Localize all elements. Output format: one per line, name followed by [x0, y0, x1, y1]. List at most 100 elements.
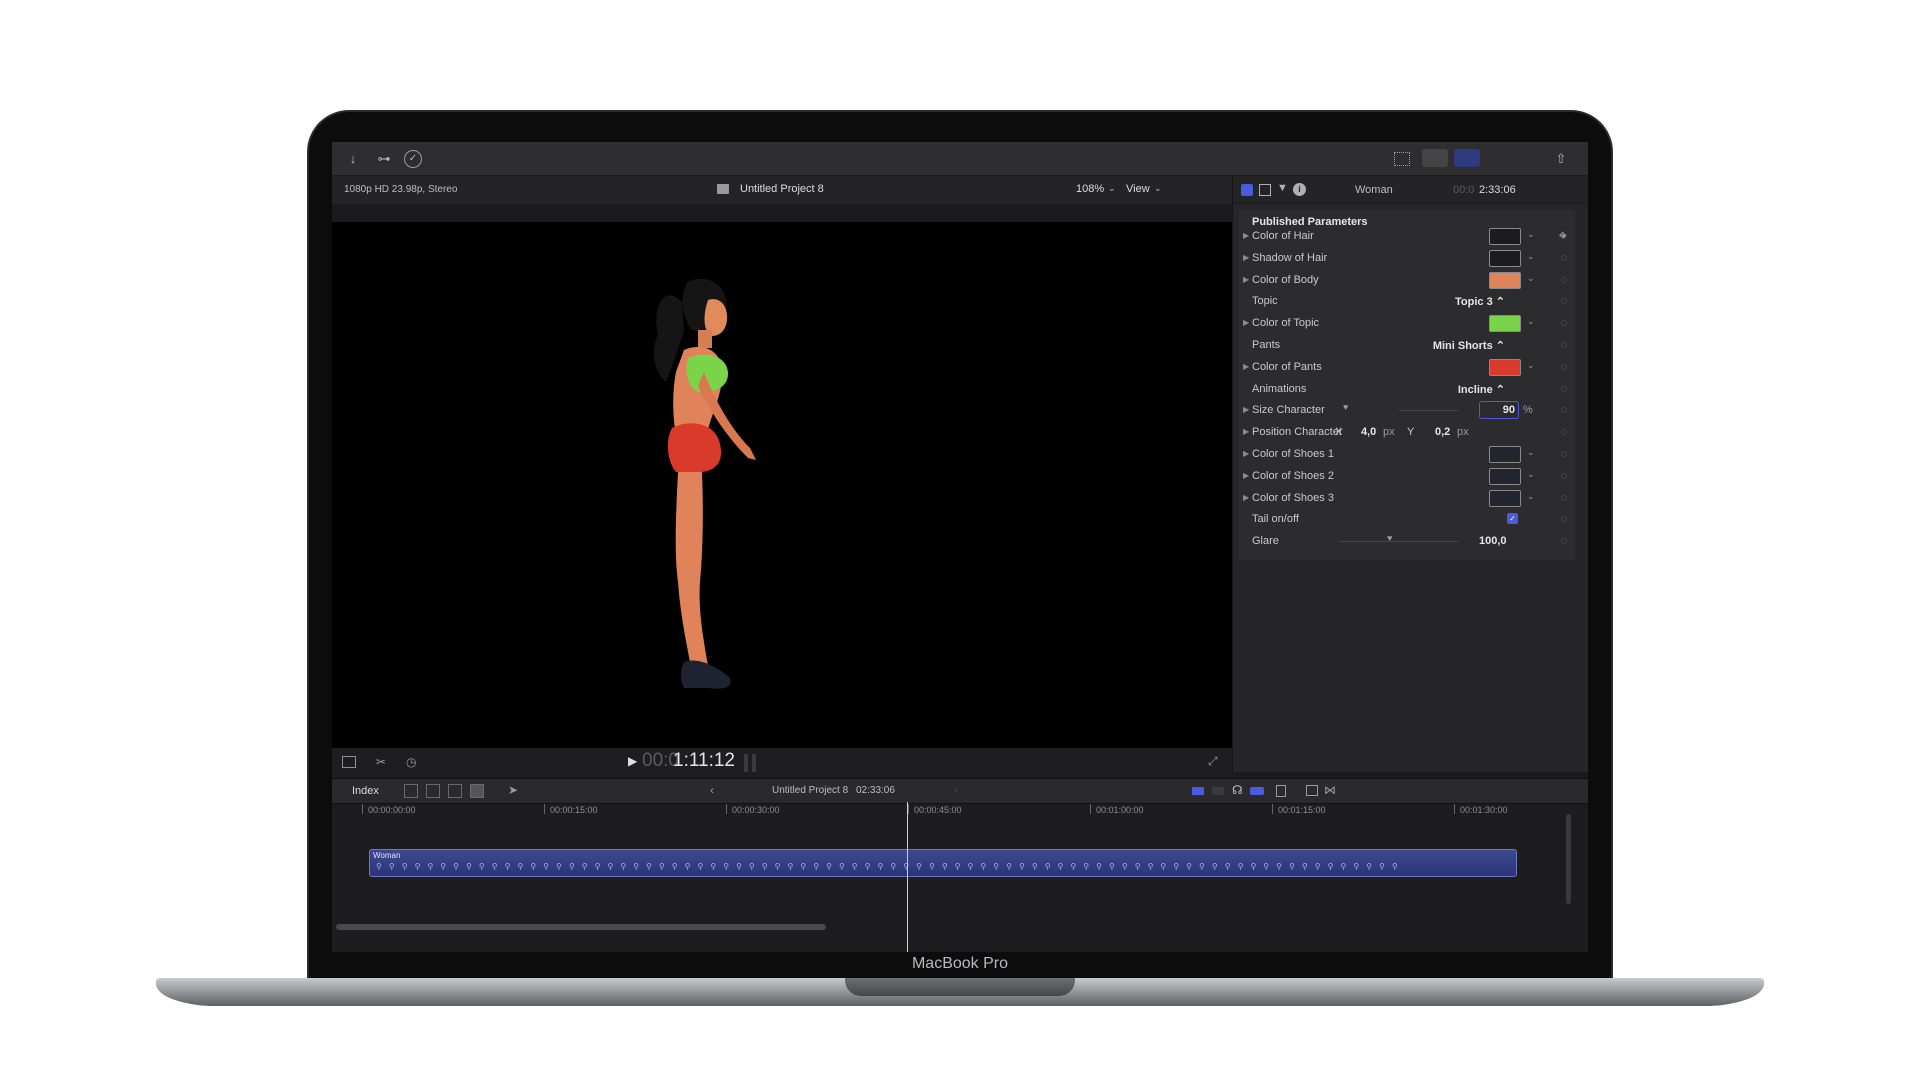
slider-knob-icon[interactable]: ♥ [1387, 533, 1392, 543]
param-row[interactable]: ▶ Color of Topic ⌄ [1239, 313, 1575, 334]
reset-dot-icon[interactable] [1561, 451, 1567, 457]
reset-dot-icon[interactable] [1561, 494, 1567, 501]
disclosure-triangle-icon[interactable]: ▶ [1243, 449, 1249, 458]
param-row[interactable]: Topic Topic 3 ⌃ [1239, 291, 1575, 312]
fullscreen-icon[interactable]: ⤢ [1208, 754, 1218, 769]
disclosure-triangle-icon[interactable]: ▶ [1243, 471, 1249, 480]
y-value[interactable]: 0,2 [1435, 426, 1450, 438]
param-row[interactable]: ▶ Color of Body ⌄ [1239, 270, 1575, 291]
horizontal-scrollbar[interactable] [336, 924, 826, 930]
timeline[interactable]: 00:00:00:00 00:00:15:00 00:00:30:00 00:00:4… [332, 804, 1588, 952]
param-row[interactable]: Tail on/off ✓ [1239, 509, 1575, 530]
slider-track[interactable] [1399, 410, 1459, 412]
param-row[interactable]: ▶ Color of Shoes 2 ⌄ [1239, 466, 1575, 487]
keywords-icon[interactable]: ⊶ [372, 150, 396, 168]
chevron-down-icon[interactable]: ⌄ [1527, 447, 1535, 458]
param-row[interactable]: Animations Incline ⌃ [1239, 379, 1575, 400]
share-icon[interactable]: ⇧ [1552, 150, 1570, 168]
chevron-down-icon[interactable]: ⌄ [1527, 316, 1535, 327]
audio-skimming-icon[interactable] [1212, 787, 1224, 795]
disclosure-triangle-icon[interactable]: ▶ [1243, 405, 1249, 414]
reset-dot-icon[interactable] [1561, 254, 1567, 261]
overwrite-clip-icon[interactable] [448, 784, 462, 798]
skimming-icon[interactable] [1192, 787, 1204, 795]
param-row[interactable]: Glare ♥ 100,0 [1239, 531, 1575, 552]
chevron-down-icon[interactable]: ⌄ [1527, 273, 1535, 284]
snapping-icon[interactable] [1250, 787, 1264, 795]
color-swatch[interactable] [1489, 358, 1521, 376]
reset-dot-icon[interactable] [1561, 538, 1567, 545]
color-swatch[interactable] [1489, 446, 1521, 463]
reset-dot-icon[interactable] [1561, 363, 1567, 370]
index-button[interactable]: Index [352, 785, 379, 797]
param-row[interactable]: ▶ Color of Shoes 3 ⌄ [1239, 488, 1575, 509]
checkbox-checked-icon[interactable]: ✓ [1507, 513, 1518, 525]
disclosure-triangle-icon[interactable]: ▶ [1243, 318, 1249, 327]
enhancements-icon[interactable]: ✂ [376, 755, 386, 769]
zoom-popup[interactable]: 108% [1076, 183, 1104, 195]
param-row[interactable]: ▶ Position Character X 4,0 px Y 0,2 px [1239, 422, 1575, 443]
select-tool-icon[interactable]: ➤ [508, 783, 518, 797]
viewer-canvas[interactable] [332, 222, 1232, 748]
slider-knob-icon[interactable]: ♥ [1343, 402, 1348, 412]
transitions-icon[interactable]: ⋈ [1324, 783, 1336, 797]
back-arrow-icon[interactable]: ‹ [710, 783, 714, 797]
reset-dot-icon[interactable] [1561, 385, 1567, 392]
chevron-down-icon[interactable]: ⌄ [1527, 491, 1535, 502]
slider-track[interactable] [1339, 541, 1459, 543]
import-icon[interactable]: ↓ [344, 150, 362, 168]
inspector-toggle-icon[interactable] [1454, 149, 1480, 167]
vertical-scrollbar[interactable] [1566, 814, 1571, 904]
timeline-clip[interactable]: Woman ⚲⚲⚲⚲⚲⚲⚲⚲⚲⚲⚲⚲⚲⚲⚲⚲⚲⚲⚲⚲⚲⚲⚲⚲⚲⚲⚲⚲⚲⚲⚲⚲⚲⚲… [369, 849, 1517, 877]
color-swatch[interactable] [1489, 315, 1521, 333]
view-menu[interactable]: View [1126, 183, 1150, 195]
playhead[interactable] [907, 802, 908, 952]
retime-icon[interactable]: ◷ [406, 755, 416, 769]
reset-dot-icon[interactable] [1561, 320, 1567, 327]
color-swatch[interactable] [1489, 271, 1521, 289]
connect-clip-icon[interactable] [470, 784, 484, 798]
clip-appearance-icon[interactable] [1276, 785, 1286, 797]
disclosure-triangle-icon[interactable]: ▶ [1243, 275, 1249, 284]
disclosure-triangle-icon[interactable]: ▶ [1243, 362, 1249, 371]
reset-dot-icon[interactable] [1561, 407, 1567, 414]
background-tasks-icon[interactable]: ✓ [404, 150, 422, 168]
param-row[interactable]: ▶ Size Character ♥ 90% [1239, 400, 1575, 421]
disclosure-triangle-icon[interactable]: ▶ [1243, 231, 1249, 240]
reset-dot-icon[interactable] [1561, 342, 1567, 348]
reset-dot-icon[interactable] [1561, 298, 1567, 305]
tab-info-icon[interactable]: i [1293, 183, 1306, 196]
param-row[interactable]: ▶ Color of Pants ⌄ [1239, 357, 1575, 378]
insert-clip-icon[interactable] [426, 784, 440, 798]
append-clip-icon[interactable] [404, 784, 418, 798]
timeline-ruler[interactable]: 00:00:00:00 00:00:15:00 00:00:30:00 00:00:4… [362, 804, 1522, 818]
param-row[interactable]: Pants Mini Shorts ⌃ [1239, 335, 1575, 356]
forward-arrow-icon[interactable]: › [954, 783, 958, 797]
color-swatch[interactable] [1489, 249, 1521, 267]
reset-dot-icon[interactable] [1561, 429, 1567, 436]
timeline-toggle-icon[interactable] [1422, 149, 1448, 167]
popup-menu[interactable]: Mini Shorts ⌃ [1433, 339, 1505, 352]
headphones-icon[interactable]: ☊ [1232, 783, 1243, 797]
tab-color-icon[interactable]: ▼ [1277, 182, 1288, 194]
timecode-display[interactable]: 1:11:12 [673, 750, 735, 772]
play-icon[interactable]: ▶ [628, 754, 637, 768]
color-swatch[interactable] [1489, 228, 1521, 245]
param-row[interactable]: ▶ Color of Shoes 1 ⌄ [1239, 444, 1575, 465]
color-swatch[interactable] [1489, 489, 1521, 507]
chevron-down-icon[interactable]: ⌄ [1527, 469, 1535, 480]
tab-generator-icon[interactable] [1241, 184, 1253, 196]
reset-dot-icon[interactable] [1561, 516, 1567, 523]
popup-menu[interactable]: Incline ⌃ [1458, 383, 1505, 396]
param-row[interactable]: ▶ Shadow of Hair ⌄ [1239, 248, 1575, 269]
disclosure-triangle-icon[interactable]: ▶ [1243, 493, 1249, 502]
popup-menu[interactable]: Topic 3 ⌃ [1455, 295, 1505, 308]
size-value-field[interactable]: 90 [1479, 401, 1519, 420]
browser-grid-icon[interactable] [1394, 152, 1410, 166]
glare-value[interactable]: 100,0 [1479, 535, 1507, 547]
disclosure-triangle-icon[interactable]: ▶ [1243, 427, 1249, 436]
reset-dot-icon[interactable] [1561, 472, 1567, 479]
x-value[interactable]: 4,0 [1361, 426, 1376, 438]
tab-video-icon[interactable] [1259, 184, 1271, 196]
reset-dot-icon[interactable] [1561, 276, 1567, 283]
